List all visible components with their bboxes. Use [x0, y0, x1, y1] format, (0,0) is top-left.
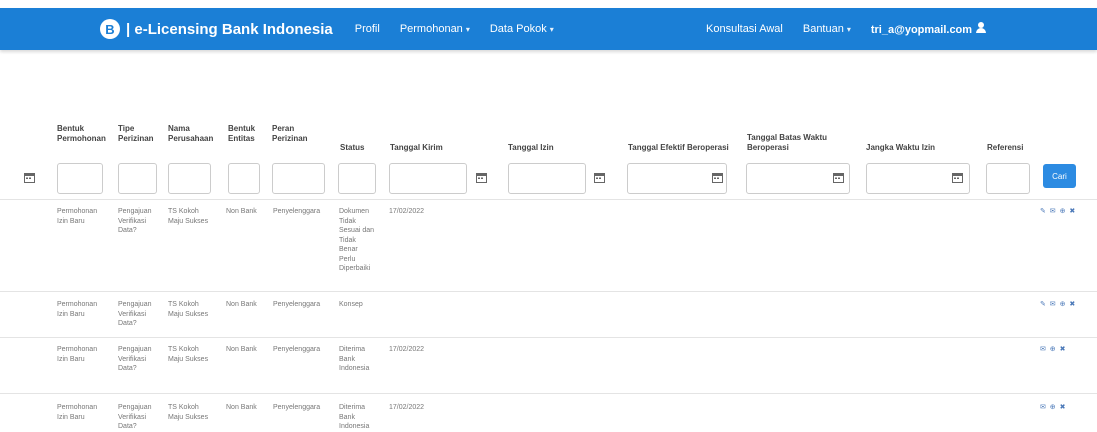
filter-bentuk-permohonan-input[interactable] [57, 163, 103, 194]
chevron-down-icon: ▾ [549, 25, 554, 34]
search-button[interactable]: Cari [1043, 164, 1076, 188]
cell-entitas: Non Bank [226, 208, 257, 215]
cell-peran: Penyelenggara [273, 208, 321, 215]
row-actions[interactable]: ✎ ✉ ⊕ ✖ [1040, 207, 1076, 215]
header-tipe-perizinan[interactable]: Tipe Perizinan [118, 124, 158, 144]
header-peran-perizinan[interactable]: Peran Perizinan [272, 124, 312, 144]
header-tanggal-efektif[interactable]: Tanggal Efektif Beroperasi [628, 143, 738, 153]
cell-status: Diterima Bank Indonesia [339, 404, 370, 430]
filter-referensi-input[interactable] [986, 163, 1030, 194]
row-actions[interactable]: ✉ ⊕ ✖ [1040, 345, 1067, 353]
calendar-icon[interactable] [712, 172, 723, 183]
nav-user-menu[interactable]: tri_a@yopmail.com [870, 22, 987, 36]
nav-bantuan-label: Bantuan [802, 23, 844, 35]
brand-title[interactable]: | e-Licensing Bank Indonesia [126, 21, 333, 38]
calendar-icon[interactable] [476, 172, 487, 183]
row-actions[interactable]: ✎ ✉ ⊕ ✖ [1040, 300, 1076, 308]
cell-tipe: Pengajuan Verifikasi Data? [118, 208, 152, 234]
filter-tanggal-kirim-input[interactable] [389, 163, 467, 194]
nav-konsultasi-awal[interactable]: Konsultasi Awal [706, 23, 783, 35]
cell-peran: Penyelenggara [273, 404, 321, 411]
calendar-icon[interactable] [24, 172, 35, 183]
user-email: tri_a@yopmail.com [870, 24, 973, 36]
nav-bantuan[interactable]: Bantuan ▾ [803, 23, 851, 35]
cell-tanggal-kirim: 17/02/2022 [389, 404, 425, 411]
cell-nama: TS Kokoh Maju Sukses [168, 346, 209, 363]
filter-bentuk-entitas-input[interactable] [228, 163, 260, 194]
cell-tanggal-kirim: 17/02/2022 [389, 346, 425, 353]
cell-peran: Penyelenggara [273, 346, 321, 353]
calendar-icon[interactable] [833, 172, 844, 183]
nav-profil-label: Profil [354, 23, 380, 35]
header-tanggal-batas-waktu[interactable]: Tanggal Batas Waktu Beroperasi [747, 133, 837, 153]
cell-status: Dokumen Tidak Sesuai dan Tidak Benar Per… [339, 208, 375, 272]
nav-permohonan-label: Permohonan [399, 23, 463, 35]
cell-entitas: Non Bank [226, 404, 257, 411]
top-navbar: B | e-Licensing Bank Indonesia Profil Pe… [0, 8, 1097, 50]
nav-right: Konsultasi Awal Bantuan ▾ tri_a@yopmail.c… [706, 8, 1006, 50]
cell-bentuk: Permohonan Izin Baru [57, 301, 98, 318]
row-divider [0, 393, 1097, 394]
nav-data-pokok-label: Data Pokok [489, 23, 547, 35]
cell-peran: Penyelenggara [273, 301, 321, 308]
nav-permohonan[interactable]: Permohonan ▾ [400, 23, 470, 35]
row-divider [0, 291, 1097, 292]
header-jangka-waktu[interactable]: Jangka Waktu Izin [866, 143, 946, 153]
calendar-icon[interactable] [952, 172, 963, 183]
header-referensi[interactable]: Referensi [987, 143, 1037, 153]
cell-tipe: Pengajuan Verifikasi Data? [118, 346, 152, 372]
header-nama-perusahaan[interactable]: Nama Perusahaan [168, 124, 213, 144]
user-icon [976, 22, 987, 33]
row-divider [0, 199, 1097, 200]
row-actions[interactable]: ✉ ⊕ ✖ [1040, 403, 1067, 411]
cell-nama: TS Kokoh Maju Sukses [168, 404, 209, 421]
cell-bentuk: Permohonan Izin Baru [57, 404, 98, 421]
cell-entitas: Non Bank [226, 301, 257, 308]
cell-nama: TS Kokoh Maju Sukses [168, 301, 209, 318]
bank-logo-icon[interactable]: B [100, 19, 120, 39]
nav-konsultasi-label: Konsultasi Awal [706, 23, 783, 35]
cell-entitas: Non Bank [226, 346, 257, 353]
filter-nama-perusahaan-input[interactable] [168, 163, 211, 194]
nav-data-pokok[interactable]: Data Pokok ▾ [490, 23, 554, 35]
filter-tanggal-izin-input[interactable] [508, 163, 586, 194]
filter-status-input[interactable] [338, 163, 376, 194]
calendar-icon[interactable] [594, 172, 605, 183]
cell-tipe: Pengajuan Verifikasi Data? [118, 301, 152, 327]
cell-bentuk: Permohonan Izin Baru [57, 208, 98, 225]
row-divider [0, 337, 1097, 338]
chevron-down-icon: ▾ [465, 25, 470, 34]
filter-peran-perizinan-input[interactable] [272, 163, 325, 194]
cell-nama: TS Kokoh Maju Sukses [168, 208, 209, 225]
chevron-down-icon: ▾ [846, 25, 851, 34]
cell-tipe: Pengajuan Verifikasi Data? [118, 404, 152, 430]
filter-tipe-perizinan-input[interactable] [118, 163, 157, 194]
cell-bentuk: Permohonan Izin Baru [57, 346, 98, 363]
header-bentuk-permohonan[interactable]: Bentuk Permohonan [57, 124, 106, 144]
header-bentuk-entitas[interactable]: Bentuk Entitas [228, 124, 258, 144]
header-tanggal-izin[interactable]: Tanggal Izin [508, 143, 588, 153]
nav-profil[interactable]: Profil [355, 23, 380, 35]
header-status[interactable]: Status [340, 143, 380, 153]
cell-status: Diterima Bank Indonesia [339, 346, 370, 372]
cell-tanggal-kirim: 17/02/2022 [389, 208, 425, 215]
cell-status: Konsep [339, 301, 363, 308]
header-tanggal-kirim[interactable]: Tanggal Kirim [390, 143, 470, 153]
nav-left: B | e-Licensing Bank Indonesia Profil Pe… [96, 8, 574, 50]
